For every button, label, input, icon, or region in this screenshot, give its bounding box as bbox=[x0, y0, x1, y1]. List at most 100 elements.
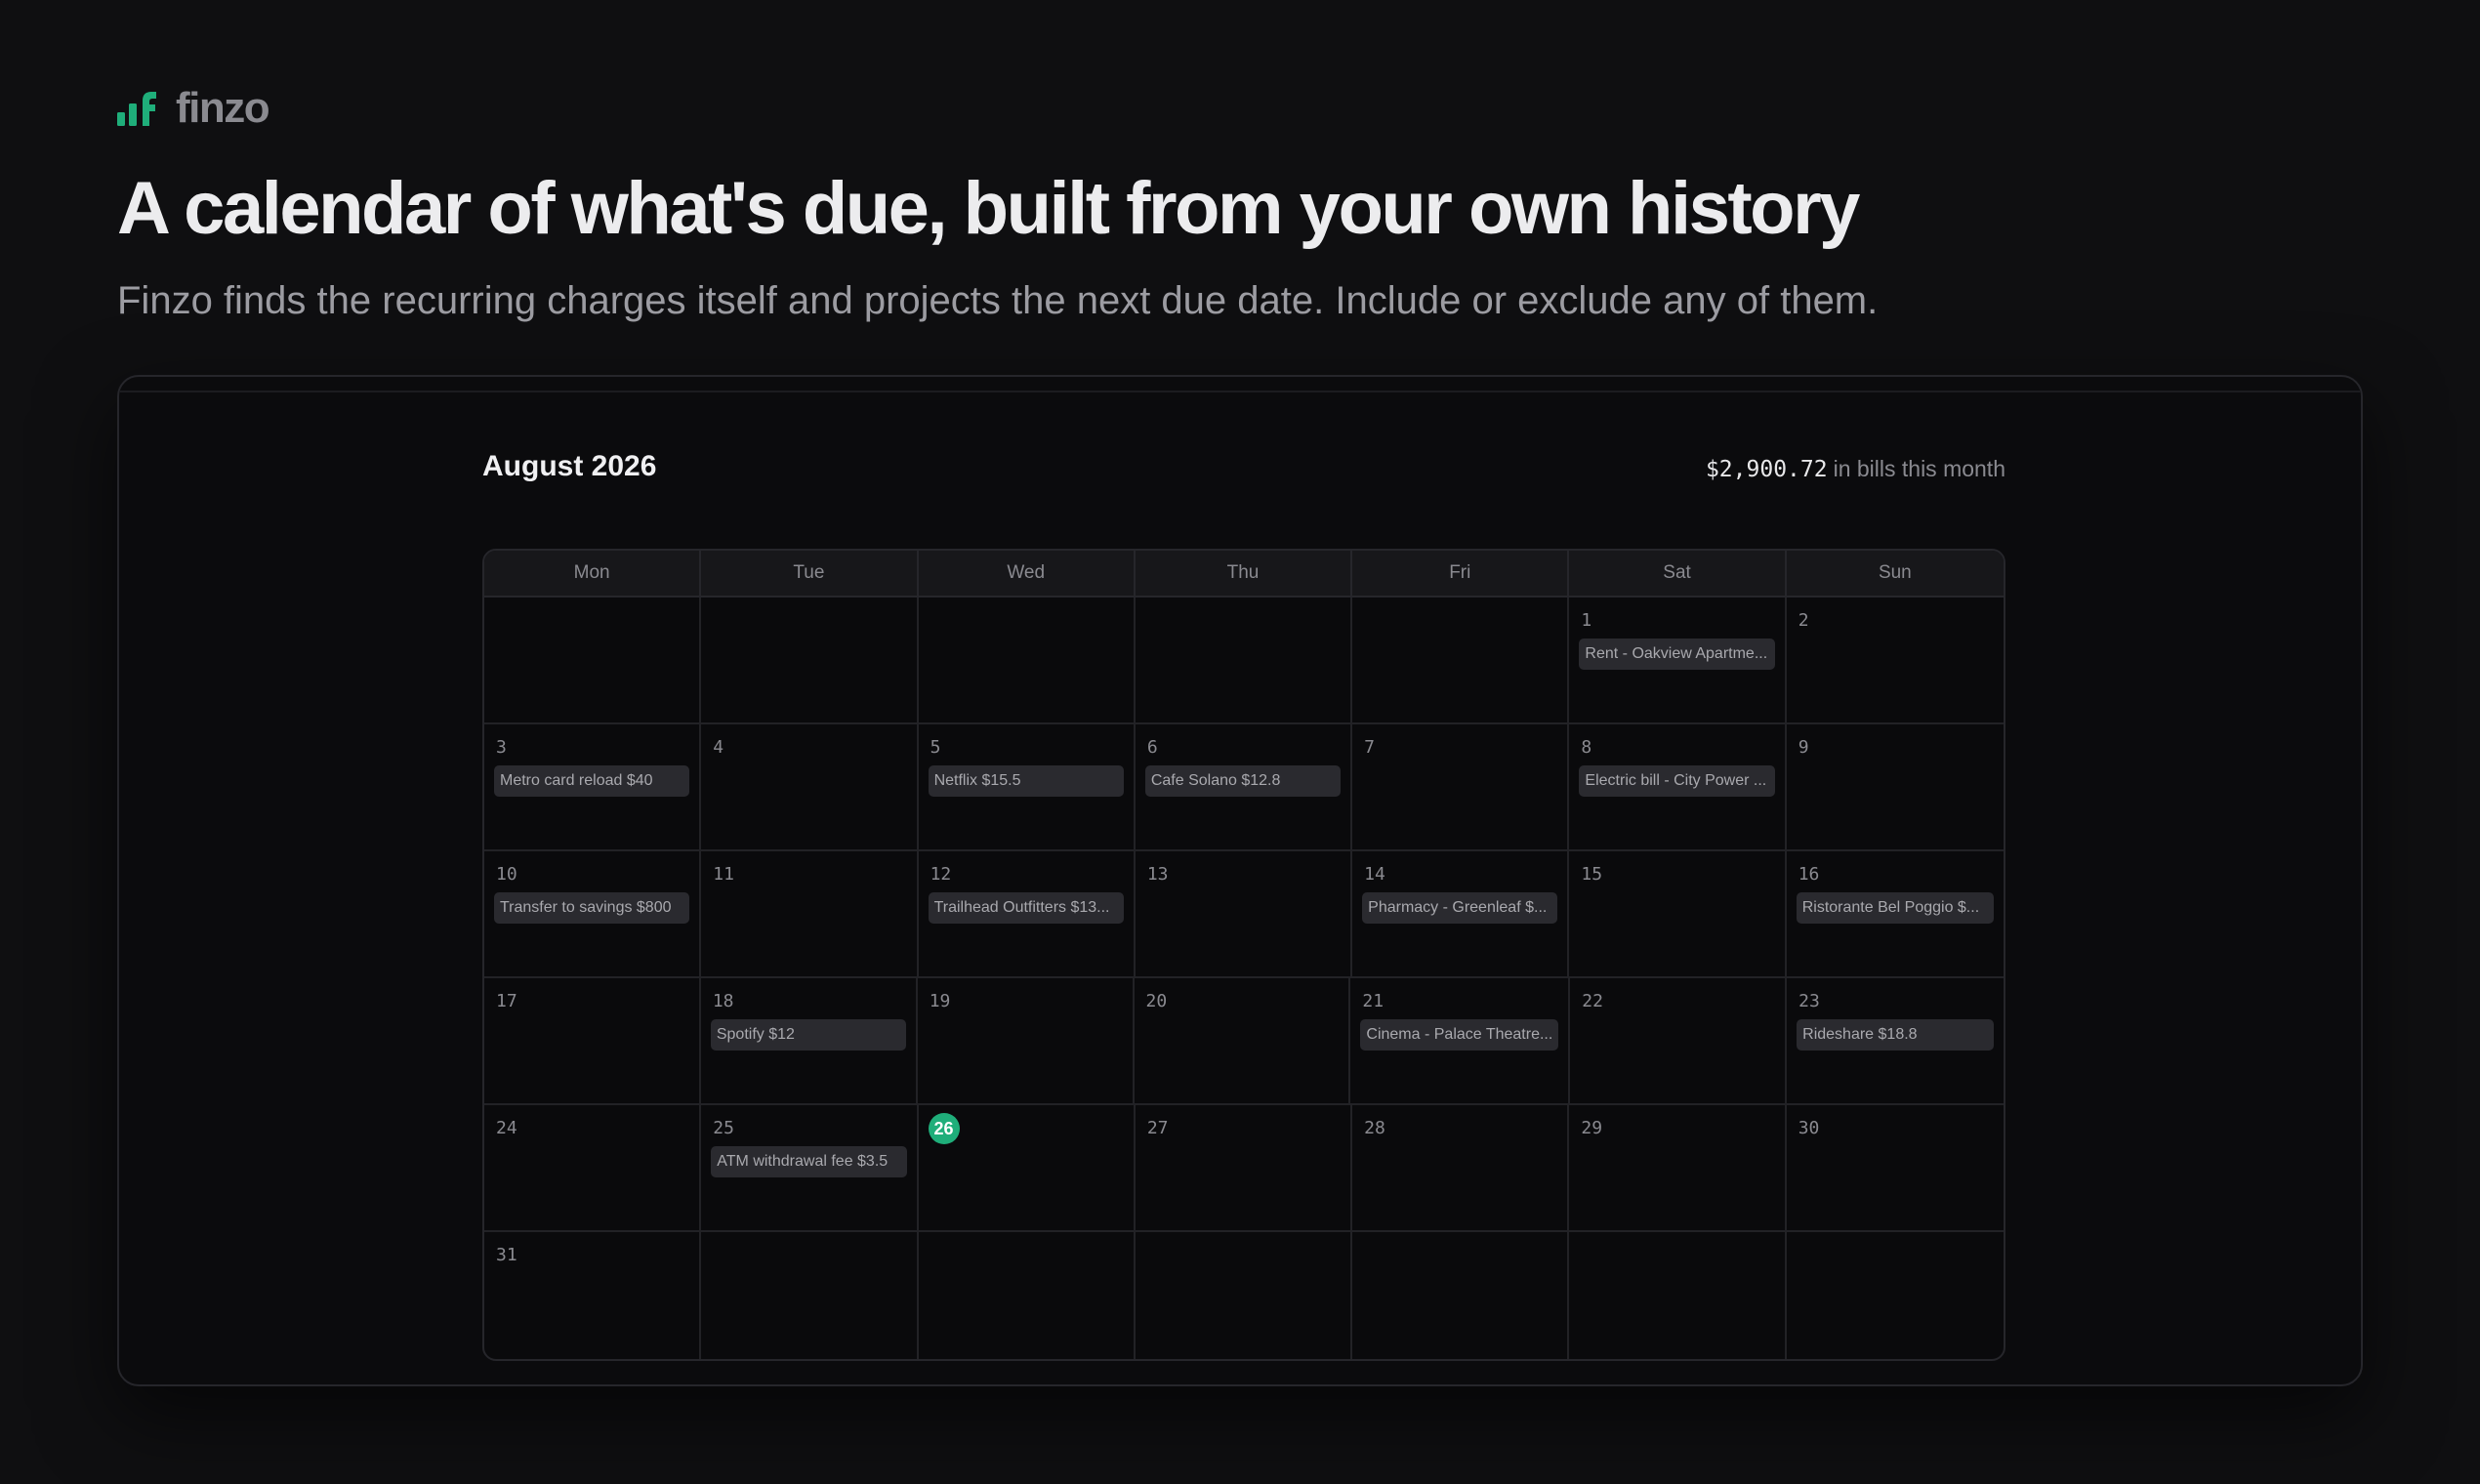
day-cell-10[interactable]: 10 Transfer to savings $800 bbox=[484, 851, 702, 976]
day-cell-25[interactable]: 25 ATM withdrawal fee $3.5 bbox=[701, 1105, 919, 1230]
empty-day-cell bbox=[919, 1232, 1136, 1359]
day-number: 18 bbox=[712, 991, 734, 1011]
day-cell-22[interactable]: 22 bbox=[1570, 978, 1788, 1103]
day-cell-17[interactable]: 17 bbox=[484, 978, 701, 1103]
calendar-month-label: August 2026 bbox=[482, 450, 657, 482]
day-number: 28 bbox=[1364, 1118, 1385, 1138]
day-cell-26[interactable]: 26 bbox=[919, 1105, 1136, 1230]
empty-day-cell bbox=[1136, 1232, 1353, 1359]
weekday-header-row: Mon Tue Wed Thu Fri Sat Sun bbox=[484, 551, 2004, 598]
day-number: 22 bbox=[1582, 991, 1603, 1011]
monthly-bills-amount: $2,900.72 bbox=[1705, 457, 1828, 482]
day-cell-13[interactable]: 13 bbox=[1136, 851, 1353, 976]
empty-day-cell bbox=[1136, 598, 1353, 722]
weekday-tue: Tue bbox=[701, 551, 919, 596]
day-cell-14[interactable]: 14 Pharmacy - Greenleaf $... bbox=[1352, 851, 1570, 976]
day-number: 1 bbox=[1581, 610, 1592, 631]
day-cell-4[interactable]: 4 bbox=[701, 724, 919, 849]
day-number: 29 bbox=[1581, 1118, 1603, 1138]
bill-chip[interactable]: Trailhead Outfitters $13... bbox=[928, 892, 1124, 924]
bill-chip[interactable]: Transfer to savings $800 bbox=[494, 892, 690, 924]
day-number: 8 bbox=[1581, 737, 1592, 758]
weekday-sun: Sun bbox=[1878, 562, 1912, 583]
day-number: 6 bbox=[1146, 737, 1158, 758]
day-number: 30 bbox=[1798, 1118, 1820, 1138]
day-number: 14 bbox=[1364, 864, 1385, 885]
brand[interactable]: finzo bbox=[117, 86, 270, 131]
day-number: 17 bbox=[496, 991, 517, 1011]
bill-chip[interactable]: Electric bill - City Power ... bbox=[1579, 765, 1775, 797]
empty-day-cell bbox=[701, 1232, 919, 1359]
bill-chip[interactable]: Netflix $15.5 bbox=[928, 765, 1124, 797]
day-cell-2[interactable]: 2 bbox=[1787, 598, 2004, 722]
day-cell-27[interactable]: 27 bbox=[1136, 1105, 1353, 1230]
weekday-wed: Wed bbox=[919, 551, 1136, 596]
day-number: 23 bbox=[1798, 991, 1820, 1011]
calendar-week-row: 10 Transfer to savings $800 11 12 Trailhead … bbox=[484, 851, 2004, 978]
day-cell-24[interactable]: 24 bbox=[484, 1105, 702, 1230]
calendar-weeks: 1 Rent - Oakview Apartme... 2 3 Metro card r… bbox=[484, 598, 2004, 1359]
day-cell-15[interactable]: 15 bbox=[1569, 851, 1787, 976]
empty-day-cell bbox=[919, 598, 1136, 722]
day-cell-3[interactable]: 3 Metro card reload $40 bbox=[484, 724, 702, 849]
day-cell-11[interactable]: 11 bbox=[701, 851, 919, 976]
calendar-week-row: 3 Metro card reload $40 4 5 Netflix $15.5 6 Ca… bbox=[484, 724, 2004, 851]
day-cell-6[interactable]: 6 Cafe Solano $12.8 bbox=[1136, 724, 1353, 849]
day-cell-18[interactable]: 18 Spotify $12 bbox=[701, 978, 918, 1103]
day-cell-12[interactable]: 12 Trailhead Outfitters $13... bbox=[919, 851, 1136, 976]
day-cell-16[interactable]: 16 Ristorante Bel Poggio $... bbox=[1787, 851, 2004, 976]
bar-chart-logo-icon bbox=[117, 92, 156, 126]
calendar-week-row: 31 bbox=[484, 1232, 2004, 1359]
day-number: 20 bbox=[1145, 991, 1168, 1011]
day-cell-21[interactable]: 21 Cinema - Palace Theatre... bbox=[1350, 978, 1571, 1103]
day-cell-30[interactable]: 30 bbox=[1787, 1105, 2004, 1230]
weekday-sat: Sat bbox=[1569, 551, 1787, 596]
day-number: 21 bbox=[1362, 991, 1385, 1011]
calendar-week-row: 24 25 ATM withdrawal fee $3.5 26 27 28 29 30 bbox=[484, 1105, 2004, 1232]
calendar-week-row: 1 Rent - Oakview Apartme... 2 bbox=[484, 598, 2004, 724]
page: finzo A calendar of what's due, built fr… bbox=[0, 0, 2480, 1484]
empty-day-cell bbox=[1352, 1232, 1570, 1359]
calendar-grid: Mon Tue Wed Thu Fri Sat Sun 1 Rent - Oakview Ap… bbox=[482, 549, 2005, 1361]
day-number: 4 bbox=[713, 737, 724, 758]
calendar-week-row: 17 18 Spotify $12 19 20 21 Cinema - Palace The… bbox=[484, 978, 2004, 1105]
day-number: 7 bbox=[1364, 737, 1375, 758]
bill-chip[interactable]: Rent - Oakview Apartme... bbox=[1579, 639, 1775, 670]
panel-divider bbox=[119, 391, 2361, 392]
day-cell-19[interactable]: 19 bbox=[918, 978, 1135, 1103]
day-number: 16 bbox=[1798, 864, 1820, 885]
empty-day-cell bbox=[1569, 1232, 1787, 1359]
page-subtitle: Finzo finds the recurring charges itself… bbox=[117, 279, 1879, 322]
day-cell-9[interactable]: 9 bbox=[1787, 724, 2004, 849]
day-number: 9 bbox=[1798, 737, 1809, 758]
bill-chip[interactable]: Cafe Solano $12.8 bbox=[1144, 765, 1342, 797]
bill-chip[interactable]: Metro card reload $40 bbox=[494, 765, 690, 797]
day-cell-7[interactable]: 7 bbox=[1352, 724, 1570, 849]
day-number: 5 bbox=[930, 737, 941, 758]
empty-day-cell bbox=[701, 598, 919, 722]
day-number: 10 bbox=[496, 864, 517, 885]
day-cell-29[interactable]: 29 bbox=[1569, 1105, 1787, 1230]
day-cell-1[interactable]: 1 Rent - Oakview Apartme... bbox=[1569, 598, 1787, 722]
weekday-mon: Mon bbox=[484, 551, 702, 596]
day-cell-28[interactable]: 28 bbox=[1352, 1105, 1570, 1230]
day-number: 12 bbox=[930, 864, 952, 885]
bill-chip[interactable]: Cinema - Palace Theatre... bbox=[1360, 1019, 1559, 1051]
day-number: 2 bbox=[1798, 610, 1809, 631]
day-cell-5[interactable]: 5 Netflix $15.5 bbox=[919, 724, 1136, 849]
empty-day-cell bbox=[1352, 598, 1570, 722]
bill-chip[interactable]: ATM withdrawal fee $3.5 bbox=[711, 1146, 907, 1177]
day-number: 24 bbox=[496, 1118, 517, 1138]
day-cell-8[interactable]: 8 Electric bill - City Power ... bbox=[1569, 724, 1787, 849]
day-number: 13 bbox=[1146, 864, 1169, 885]
bill-chip[interactable]: Spotify $12 bbox=[710, 1019, 906, 1051]
calendar-header: August 2026 $2,900.72 in bills this month bbox=[482, 447, 2005, 486]
bill-chip[interactable]: Rideshare $18.8 bbox=[1797, 1019, 1994, 1051]
bill-chip[interactable]: Pharmacy - Greenleaf $... bbox=[1362, 892, 1558, 924]
day-cell-23[interactable]: 23 Rideshare $18.8 bbox=[1787, 978, 2004, 1103]
day-cell-31[interactable]: 31 bbox=[484, 1232, 702, 1359]
day-number: 19 bbox=[929, 991, 951, 1011]
bill-chip[interactable]: Ristorante Bel Poggio $... bbox=[1796, 892, 1994, 924]
day-cell-20[interactable]: 20 bbox=[1135, 978, 1351, 1103]
monthly-bills-suffix: in bills this month bbox=[1833, 456, 2005, 481]
